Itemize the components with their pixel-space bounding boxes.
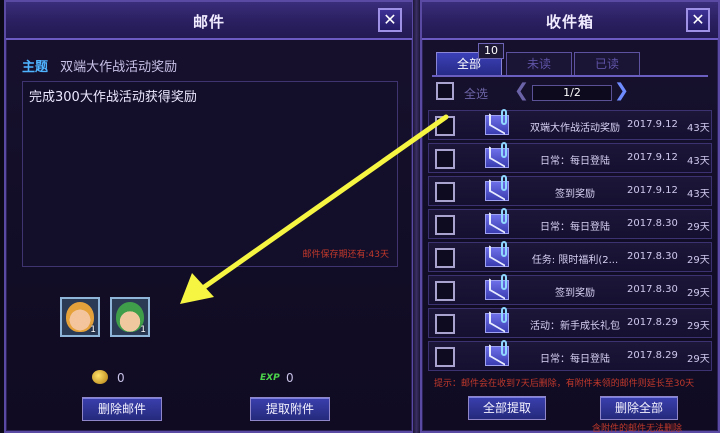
inbox-panel: 收件箱 ✕ 全部 未读 已读 10 全选 ❮ 1/2 ❯ 双端大作战活动奖励 2… [420,0,720,433]
mail-subject: 签到奖励 [555,288,595,299]
paperclip-icon [501,340,507,356]
mail-date: 2017.8.30 [627,251,678,262]
attachment-hero-portrait-2[interactable]: 1 [110,297,150,337]
paperclip-icon [501,175,507,191]
subject-row: 主题 双端大作战活动奖励 [22,56,177,75]
subject-label: 主题 [22,60,49,75]
tab-unread[interactable]: 未读 [506,52,572,76]
chevron-left-icon[interactable]: ❮ [514,80,529,101]
mail-row[interactable]: 活动：新手成长礼包 2017.8.29 29天 [428,307,712,338]
tab-read[interactable]: 已读 [574,52,640,76]
mail-days-left: 43天 [687,123,710,134]
mail-row[interactable]: 任务: 限时福利(2... 2017.8.30 29天 [428,241,712,272]
mail-date: 2017.8.30 [627,218,678,229]
mail-row[interactable]: 签到奖励 2017.8.30 29天 [428,274,712,305]
mail-detail-title: 邮件 [192,13,225,31]
mail-days-left: 29天 [687,255,710,266]
select-all-label: 全选 [464,87,489,101]
mail-subject: 签到奖励 [555,189,595,200]
paperclip-icon [501,208,507,224]
paperclip-icon [501,109,507,125]
mail-count-badge: 10 [478,43,504,59]
mail-list: 双端大作战活动奖励 2017.9.12 43天 日常：每日登陆 2017.9.1… [428,109,712,374]
gold-coin-icon [92,370,108,384]
close-inbox-button[interactable]: ✕ [686,8,710,32]
select-all-checkbox[interactable] [436,82,454,100]
mail-row[interactable]: 日常：每日登陆 2017.8.29 29天 [428,340,712,371]
mail-subject: 活动：新手成长礼包 [530,321,620,332]
close-mail-detail-button[interactable]: ✕ [378,8,402,32]
cannot-delete-note: 含附件的邮件无法删除 [592,424,683,433]
mail-checkbox[interactable] [435,314,455,334]
mail-days-left: 29天 [687,288,710,299]
mail-checkbox[interactable] [435,347,455,367]
mail-date: 2017.9.12 [627,152,678,163]
mail-row[interactable]: 双端大作战活动奖励 2017.9.12 43天 [428,109,712,140]
mail-date: 2017.8.30 [627,284,678,295]
mail-detail-titlebar: 邮件 ✕ [6,2,412,40]
chevron-right-icon[interactable]: ❯ [614,80,629,101]
paperclip-icon [501,307,507,323]
inbox-titlebar: 收件箱 ✕ [422,2,718,40]
exp-icon: EXP [260,373,280,383]
subject-text: 双端大作战活动奖励 [60,60,178,75]
take-attachment-button[interactable]: 提取附件 [250,397,330,421]
mail-retention-text: 邮件保存期还有:43天 [302,250,390,260]
paperclip-icon [501,274,507,290]
page-indicator: 1/2 [532,85,612,101]
gold-reward-value: 0 [117,371,125,385]
mail-date: 2017.9.12 [627,185,678,196]
mail-body-text: 完成300大作战活动获得奖励 [29,90,197,105]
mail-checkbox[interactable] [435,149,455,169]
tab-underline [432,75,708,77]
attachment-hero-portrait-1[interactable]: 1 [60,297,100,337]
mail-days-left: 43天 [687,156,710,167]
mail-checkbox[interactable] [435,215,455,235]
mail-detail-panel: 邮件 ✕ 主题 双端大作战活动奖励 完成300大作战活动获得奖励 邮件保存期还有… [4,0,414,433]
game-mail-screen: 邮件 ✕ 主题 双端大作战活动奖励 完成300大作战活动获得奖励 邮件保存期还有… [0,0,720,433]
mail-checkbox[interactable] [435,182,455,202]
inbox-hint-text: 提示：邮件会在收到7天后删除，有附件未领的邮件则延长至30天 [434,379,695,389]
mail-date: 2017.9.12 [627,119,678,130]
panel-divider [413,0,420,433]
take-all-button[interactable]: 全部提取 [468,396,546,420]
mail-subject: 双端大作战活动奖励 [530,123,620,134]
mail-days-left: 43天 [687,189,710,200]
mail-row[interactable]: 签到奖励 2017.9.12 43天 [428,175,712,206]
mail-date: 2017.8.29 [627,317,678,328]
mail-subject: 日常：每日登陆 [540,354,610,365]
mail-date: 2017.8.29 [627,350,678,361]
mail-subject: 任务: 限时福利(2... [531,255,619,266]
mail-subject: 日常：每日登陆 [540,156,610,167]
attachment-count: 1 [90,325,96,335]
mail-checkbox[interactable] [435,281,455,301]
mail-subject: 日常：每日登陆 [540,222,610,233]
mail-checkbox[interactable] [435,248,455,268]
delete-mail-button[interactable]: 删除邮件 [82,397,162,421]
mail-row[interactable]: 日常：每日登陆 2017.8.30 29天 [428,208,712,239]
mail-days-left: 29天 [687,222,710,233]
attachment-count: 1 [140,325,146,335]
mail-days-left: 29天 [687,354,710,365]
paperclip-icon [501,241,507,257]
inbox-title: 收件箱 [545,13,594,31]
exp-reward-value: 0 [286,371,294,385]
mail-checkbox[interactable] [435,116,455,136]
mail-row[interactable]: 日常：每日登陆 2017.9.12 43天 [428,142,712,173]
mail-days-left: 29天 [687,321,710,332]
mail-body-box: 完成300大作战活动获得奖励 邮件保存期还有:43天 [22,81,398,267]
paperclip-icon [501,142,507,158]
delete-all-button[interactable]: 删除全部 [600,396,678,420]
